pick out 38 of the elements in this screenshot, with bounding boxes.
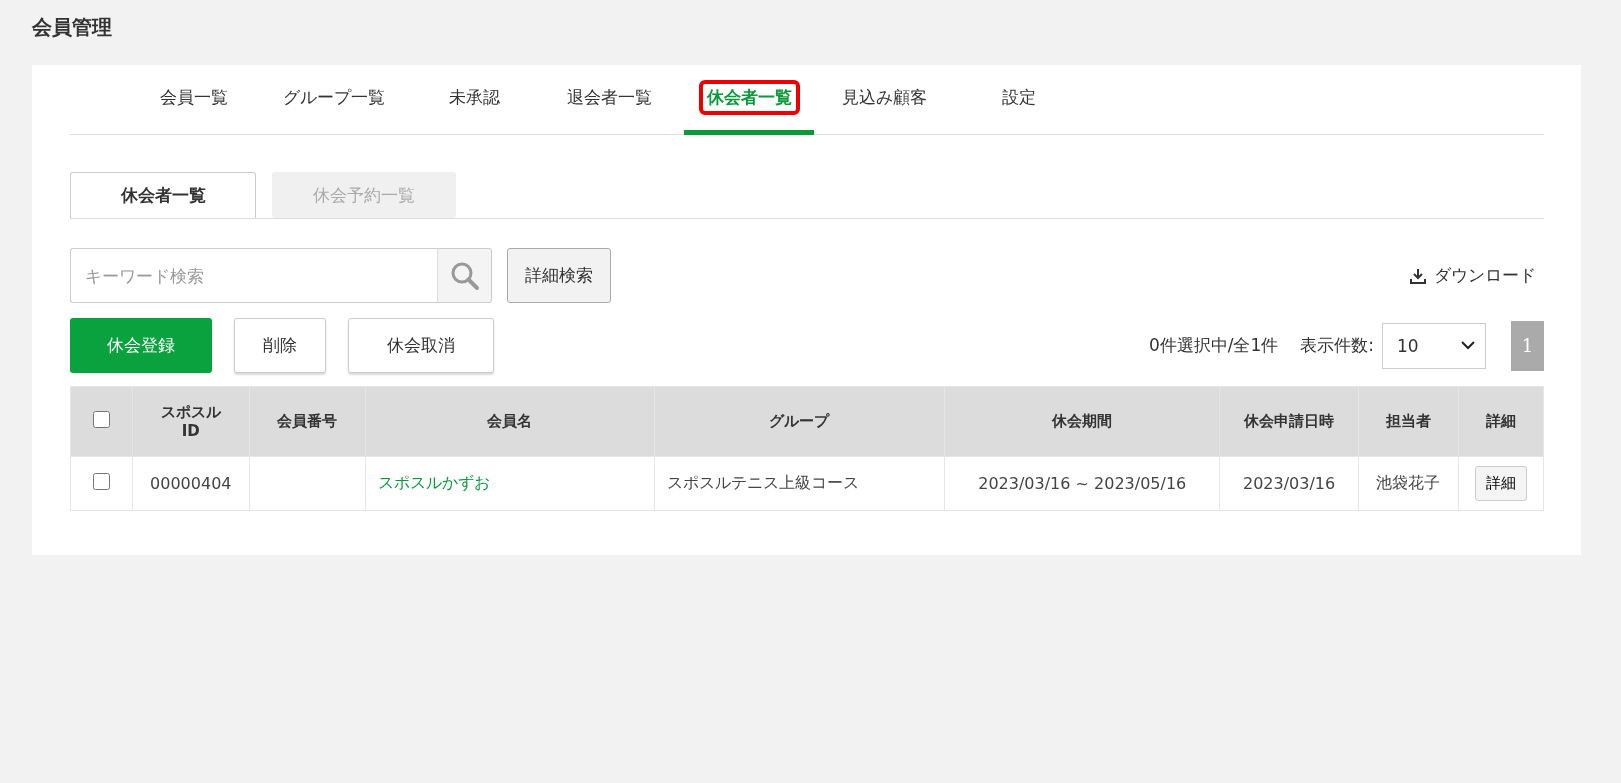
nav-tab[interactable]: 設定 (954, 65, 1084, 135)
advanced-search-button[interactable]: 詳細検索 (507, 248, 611, 303)
column-header: 詳細 (1458, 386, 1544, 457)
table-cell: 2023/03/16 ~ 2023/05/16 (944, 456, 1220, 511)
table-cell: スポスルテニス上級コース (654, 456, 945, 511)
select-all-checkbox[interactable] (93, 411, 110, 428)
detail-button[interactable]: 詳細 (1475, 466, 1528, 501)
column-header: スポスル ID (132, 386, 250, 457)
search-button[interactable] (437, 248, 492, 303)
table-cell: 2023/03/16 (1219, 456, 1359, 511)
action-button[interactable]: 削除 (234, 318, 326, 373)
chevron-down-icon (1461, 341, 1475, 350)
per-page-label: 表示件数: (1300, 334, 1374, 357)
nav-tab[interactable]: 会員一覧 (134, 65, 254, 135)
download-link[interactable]: ダウンロード (1410, 264, 1536, 287)
column-header: 休会申請日時 (1219, 386, 1359, 457)
nav-tab[interactable]: 休会者一覧 (684, 65, 814, 135)
per-page-select[interactable]: 10 (1382, 322, 1486, 369)
member-name-link[interactable]: スポスルかずお (365, 456, 655, 511)
nav-tab[interactable]: 未承認 (414, 65, 534, 135)
download-icon (1410, 267, 1426, 284)
table-cell: 池袋花子 (1358, 456, 1459, 511)
selection-count: 0件選択中/全1件 (1148, 334, 1279, 357)
column-header: グループ (654, 386, 945, 457)
column-header: 休会期間 (944, 386, 1220, 457)
column-header: 会員名 (365, 386, 655, 457)
column-header: 担当者 (1358, 386, 1459, 457)
table-cell: 00000404 (132, 456, 250, 511)
column-header: 会員番号 (249, 386, 365, 457)
row-checkbox[interactable] (93, 473, 110, 490)
search-icon (449, 260, 480, 291)
action-button[interactable]: 休会取消 (348, 318, 494, 373)
nav-tab[interactable]: 退会者一覧 (534, 65, 684, 135)
sub-tab[interactable]: 休会者一覧 (70, 172, 256, 218)
page-title: 会員管理 (32, 14, 112, 41)
search-field[interactable]: キーワード検索 (70, 248, 437, 303)
nav-tab[interactable]: グループ一覧 (254, 65, 414, 135)
nav-tab[interactable]: 見込み顧客 (814, 65, 954, 135)
